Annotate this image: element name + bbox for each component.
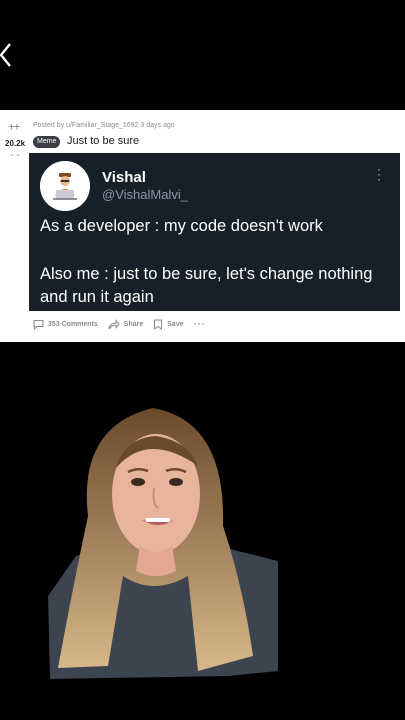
- post-title[interactable]: Just to be sure: [67, 135, 139, 147]
- vote-column: ++ 20.2k --: [0, 110, 30, 342]
- post-card: ++ 20.2k -- Posted by u/Familiar_Stage_1…: [0, 110, 405, 342]
- comments-label: 353 Comments: [48, 320, 98, 328]
- avatar: [40, 161, 90, 211]
- vote-score: 20.2k: [5, 139, 26, 148]
- tweet-text-line-1: As a developer : my code doesn't work: [40, 217, 323, 235]
- tweet-text-line-2: Also me : just to be sure, let's change …: [40, 265, 373, 306]
- flair-badge[interactable]: Meme: [33, 136, 61, 148]
- tweet-author: Vishal: [102, 169, 146, 186]
- upvote-button[interactable]: ++: [8, 120, 20, 133]
- bookmark-icon: [154, 319, 163, 330]
- tweet-more-icon: ⋮: [372, 166, 386, 182]
- comment-icon: [33, 319, 44, 330]
- save-button[interactable]: Save: [153, 319, 184, 330]
- developer-avatar-icon: [40, 161, 90, 211]
- save-label: Save: [167, 320, 184, 328]
- post-actions: 353 Comments Share Save ···: [33, 316, 206, 332]
- more-options-button[interactable]: ···: [194, 319, 206, 329]
- share-button[interactable]: Share: [108, 318, 144, 330]
- share-icon: [108, 318, 120, 329]
- comments-button[interactable]: 353 Comments: [33, 319, 98, 330]
- tweet-handle: @VishalMalvi_: [102, 187, 188, 202]
- back-button[interactable]: [0, 40, 18, 70]
- share-label: Share: [123, 320, 144, 328]
- chevron-left-icon: [0, 43, 11, 67]
- tweet-image: Vishal @VishalMalvi_ ⋮ As a developer : …: [29, 153, 400, 311]
- speaker-video: [48, 408, 278, 679]
- downvote-button[interactable]: --: [9, 151, 21, 161]
- post-meta: Posted by u/Familiar_Stage_1692 3 days a…: [33, 122, 175, 129]
